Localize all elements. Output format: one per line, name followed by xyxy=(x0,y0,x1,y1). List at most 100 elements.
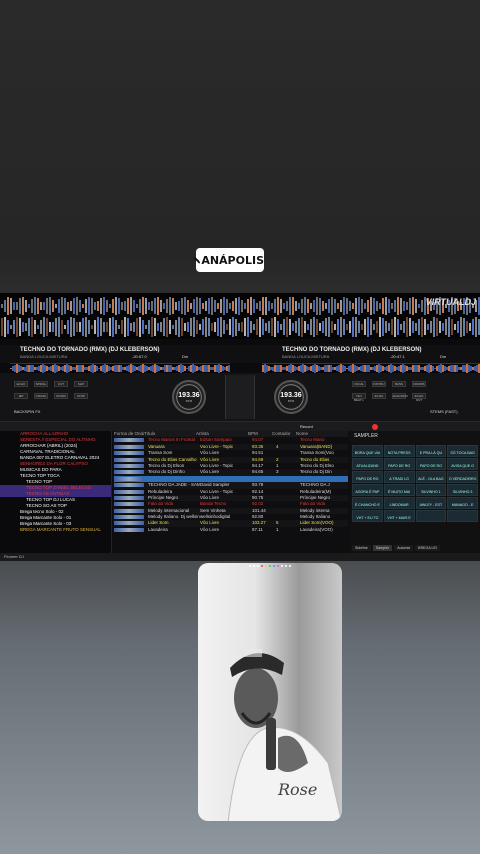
waveform-bar xyxy=(330,320,333,334)
effect-pad[interactable]: SPIRAL xyxy=(34,381,48,387)
waveform-bar xyxy=(57,317,60,337)
waveform-bar xyxy=(363,303,366,309)
sampler-pad[interactable]: SILVINHO 3 xyxy=(447,484,478,496)
sampler-tab[interactable]: Sampler xyxy=(372,545,393,551)
sampler-pad[interactable]: SÓ TOCA BAG xyxy=(447,445,478,457)
mixer-section[interactable] xyxy=(225,375,255,419)
sampler-pad[interactable]: VHT + MAIS E xyxy=(383,510,415,522)
effect-pad[interactable]: INSTRU xyxy=(372,381,386,387)
effect-pad[interactable]: ROOM xyxy=(54,393,68,399)
sampler-pad[interactable]: O VERDADEIRO xyxy=(447,471,478,483)
location-sticker[interactable]: ANÁPOLIS xyxy=(193,248,264,272)
waveform-bar xyxy=(420,317,423,337)
mini-waveform-right[interactable] xyxy=(262,363,480,373)
waveform-bar xyxy=(198,298,201,314)
sampler-pad[interactable]: BORA QUE VAI xyxy=(352,445,383,457)
waveform-bar xyxy=(270,317,273,337)
waveform-bar xyxy=(189,303,192,309)
sampler-pad[interactable]: PAPO DE RO xyxy=(383,458,415,470)
effect-pad[interactable]: ECHOFPO xyxy=(392,393,408,399)
sampler-tab[interactable]: Sideline xyxy=(352,545,371,551)
color-dot xyxy=(249,565,251,567)
sampler-pad[interactable]: SILVINHO 1 xyxy=(415,484,447,496)
waveform-bar xyxy=(126,318,129,336)
sampler-pad[interactable] xyxy=(447,510,478,522)
effect-pad[interactable]: CUT xyxy=(54,381,68,387)
waveform-bar xyxy=(183,322,186,332)
waveform-bar xyxy=(243,303,246,309)
jog-wheel-left[interactable]: 193.36 BPM xyxy=(172,380,206,414)
location-label: ANÁPOLIS xyxy=(201,253,264,267)
effect-pad[interactable]: ECHO xyxy=(372,393,386,399)
waveform-bar xyxy=(57,299,60,313)
sampler-pad[interactable]: NOTA PRESS xyxy=(383,445,415,457)
waveform-bar xyxy=(249,320,252,334)
waveform-bar xyxy=(69,301,72,311)
waveform-bar xyxy=(93,302,96,310)
waveform-bar xyxy=(174,302,177,310)
track-bpm: 87.11 xyxy=(252,526,263,532)
waveform-bar xyxy=(477,297,480,315)
effect-pad[interactable]: BASS xyxy=(392,381,406,387)
effect-pad[interactable]: ISO BEAT L xyxy=(352,393,366,402)
sampler-pad[interactable]: ALÉ - OLA BAG xyxy=(415,471,447,483)
sampler-pad[interactable]: É MUITO MAI xyxy=(383,484,415,496)
jog-wheel-right[interactable]: 193.36 BPM xyxy=(274,380,308,414)
sampler-tab[interactable]: Automix xyxy=(394,545,414,551)
sampler-pad[interactable]: A TRADI LG xyxy=(383,471,415,483)
folder-tree[interactable]: ARROCHA ALLAZINHO SERESTA // ESPECIAL DO … xyxy=(0,431,112,553)
effect-pad[interactable]: VOCAL xyxy=(352,381,366,387)
sampler-pad[interactable]: PAPO DE RO xyxy=(415,458,447,470)
waveform-bar xyxy=(459,317,462,337)
effect-pad[interactable]: ECHO xyxy=(14,381,28,387)
waveform-bar xyxy=(210,322,213,332)
record-label[interactable]: Record xyxy=(300,424,313,429)
track-row[interactable]: Lavadeira Vôo Livre 87.11 1 Lavadeira(VOO) xyxy=(114,527,348,533)
waveform-bar xyxy=(408,317,411,337)
waveform-bar xyxy=(207,318,210,336)
mini-waveform-left[interactable] xyxy=(10,363,230,373)
waveform-bar xyxy=(27,304,30,308)
effect-pad[interactable]: CRUSH xyxy=(34,393,48,399)
effect-pad[interactable]: DRUMS xyxy=(412,381,426,387)
sampler-pad[interactable] xyxy=(415,510,447,522)
effect-pad[interactable]: SLIP xyxy=(74,381,88,387)
waveform-bar xyxy=(153,318,156,336)
sampler-pad[interactable]: LINDOMAR xyxy=(383,497,415,509)
sampler-pad[interactable]: ATUALIZAND xyxy=(352,458,383,470)
waveform-bar xyxy=(240,321,243,333)
waveform-bar xyxy=(384,297,387,315)
waveform-bar xyxy=(318,297,321,315)
waveform-bar xyxy=(303,320,306,334)
folder-item[interactable]: BREGA MARCANTE FRUTO SENSUAL xyxy=(0,527,111,533)
effect-pad[interactable]: JET xyxy=(14,393,28,399)
sampler-pad[interactable]: AWLEY - EST xyxy=(415,497,447,509)
sampler-pad[interactable]: PAPO DE RO xyxy=(352,471,383,483)
waveform-bar xyxy=(24,299,27,313)
waveform-bar xyxy=(120,302,123,310)
deck-left-info: TECHNO DO TORNADO (RMX) (DJ KLEBERSON) B… xyxy=(0,345,240,363)
waveform-bar xyxy=(339,300,342,312)
effect-pad[interactable]: ECHO OUT xyxy=(412,393,426,402)
sampler-pad[interactable]: MANAGO - E xyxy=(447,497,478,509)
waveform-bar xyxy=(417,318,420,336)
sampler-tab[interactable]: BREGA LEI xyxy=(415,545,440,551)
sampler-pad[interactable]: VHT + EU TO xyxy=(352,510,383,522)
waveform-bar xyxy=(222,297,225,315)
track-waveform xyxy=(114,451,144,456)
track-list[interactable]: Forma de Onda Título Artista BPM Contado… xyxy=(114,431,348,553)
sampler-pad[interactable]: E PRA LÁ QU xyxy=(415,445,447,457)
record-button[interactable] xyxy=(372,424,378,430)
effect-pad[interactable]: STOP xyxy=(74,393,88,399)
waveform-bar xyxy=(237,297,240,315)
waveform-bar xyxy=(447,317,450,337)
waveform-bar xyxy=(372,323,375,331)
waveform-bar xyxy=(330,297,333,315)
col-waveform[interactable]: Forma de Onda xyxy=(114,431,144,437)
waveform-bar xyxy=(18,317,21,337)
waveform-bar xyxy=(75,297,78,315)
sampler-pad[interactable]: É CHANCHO E xyxy=(352,497,383,509)
sampler-pad[interactable]: AGORA É PAP xyxy=(352,484,383,496)
waveform-bar xyxy=(12,320,15,334)
sampler-pad[interactable]: AVISA QUE O xyxy=(447,458,478,470)
